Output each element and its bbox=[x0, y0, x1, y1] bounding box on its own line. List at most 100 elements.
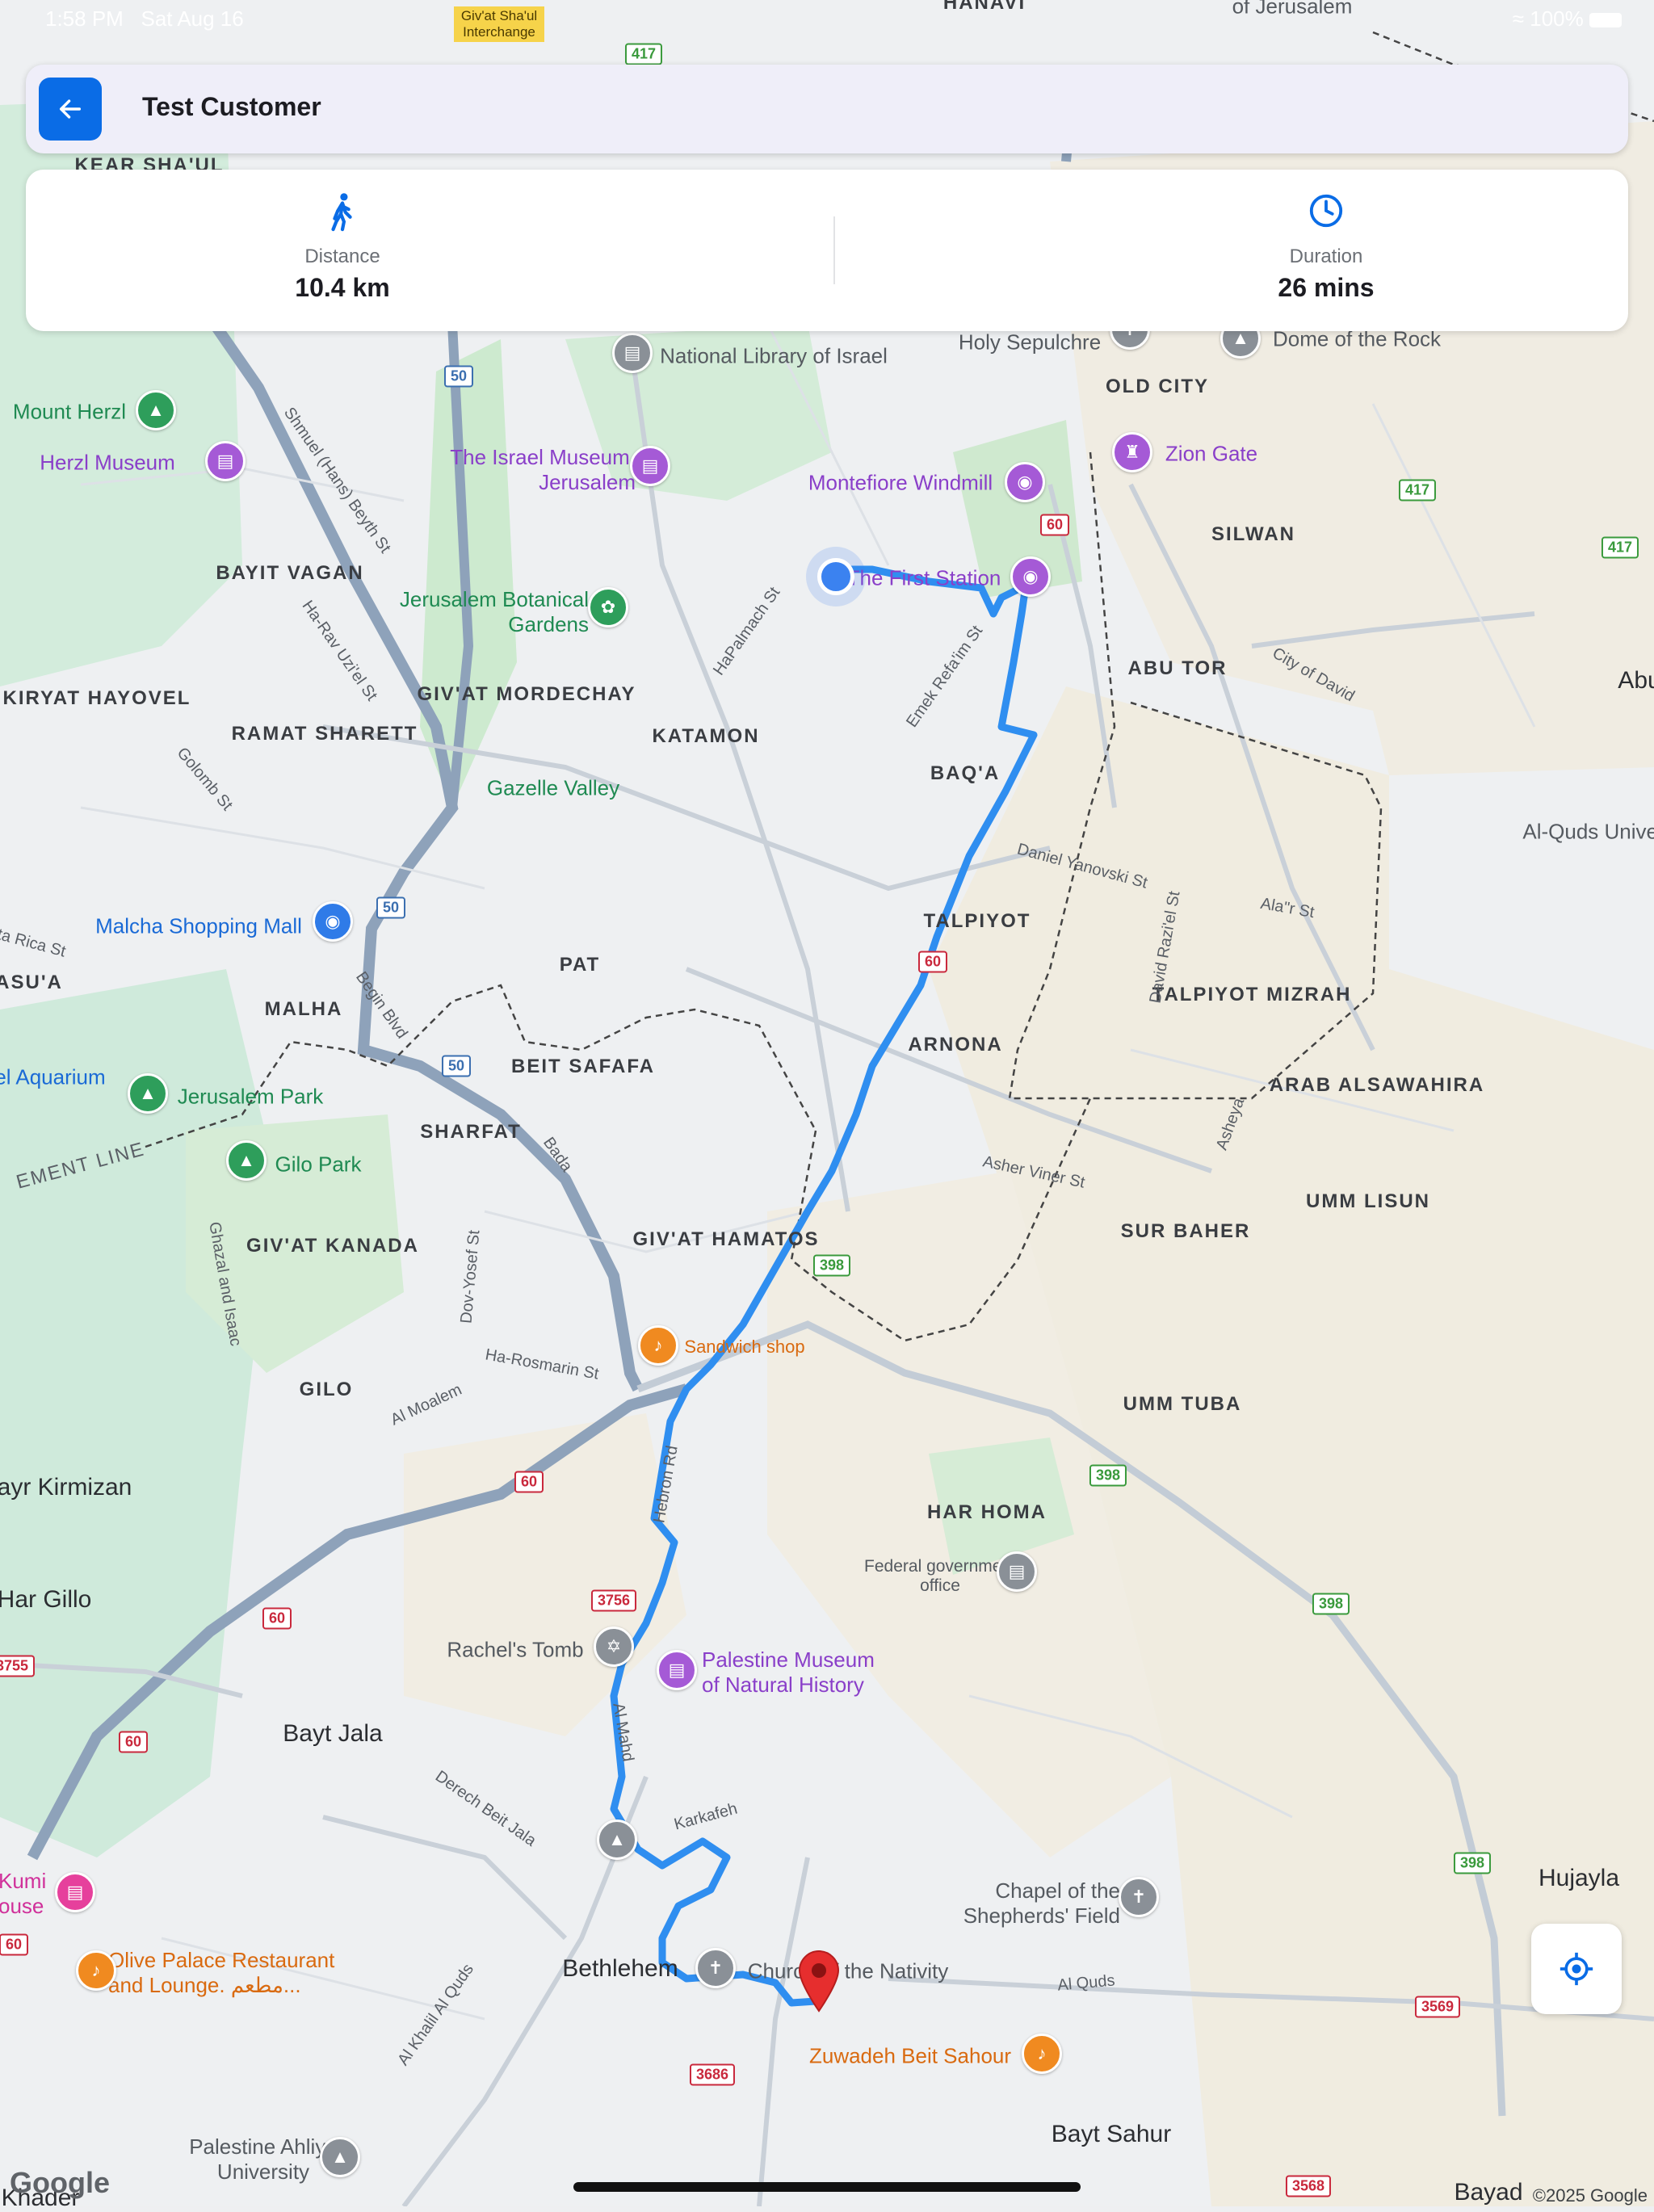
area-label: TALPIYOT MIZRAH bbox=[1152, 984, 1352, 1005]
restaurant-icon[interactable]: ♪ bbox=[76, 1950, 116, 1991]
walking-person-icon bbox=[331, 193, 352, 232]
route-info-card: Distance 10.4 km Duration 26 mins bbox=[26, 170, 1628, 331]
home-indicator[interactable] bbox=[573, 2182, 1081, 2192]
road-shield: 50 bbox=[443, 365, 474, 388]
road-shield: 60 bbox=[262, 1607, 292, 1630]
page-title: Test Customer bbox=[142, 92, 321, 121]
distance-value: 10.4 km bbox=[295, 273, 390, 302]
road-shield: 60 bbox=[0, 1933, 29, 1956]
road-shield: 398 bbox=[1312, 1593, 1350, 1615]
museum-icon[interactable]: ▤ bbox=[205, 441, 246, 481]
camera-icon[interactable]: ◉ bbox=[1005, 462, 1045, 502]
road-shield: 50 bbox=[441, 1055, 472, 1077]
duration-value: 26 mins bbox=[1278, 273, 1375, 302]
area-label: MALHA bbox=[264, 998, 343, 1020]
map-copyright: ©2025 Google bbox=[1532, 2185, 1648, 2206]
distance-section: Distance 10.4 km bbox=[100, 170, 585, 331]
poi-label: Gazelle Valley bbox=[486, 775, 620, 800]
poi-label: Zuwadeh Beit Sahour bbox=[808, 2043, 1012, 2068]
hotel-icon[interactable]: ▤ bbox=[55, 1872, 95, 1912]
church-icon[interactable]: ✝ bbox=[1119, 1877, 1159, 1917]
poi-label: Kumi ouse bbox=[0, 1869, 47, 1918]
area-label: GIV'AT MORDECHAY bbox=[417, 683, 636, 705]
crosshair-icon bbox=[1560, 1952, 1593, 1986]
road-shield: 398 bbox=[812, 1254, 851, 1277]
castle-icon[interactable]: ♜ bbox=[1112, 432, 1152, 472]
area-label: SHARFAT bbox=[420, 1121, 522, 1143]
area-label: TALPIYOT bbox=[923, 910, 1031, 932]
area-label: UMM TUBA bbox=[1123, 1393, 1242, 1415]
current-location-dot bbox=[817, 558, 854, 595]
area-label: ASU'A bbox=[0, 972, 63, 993]
area-label: UMM LISUN bbox=[1306, 1190, 1430, 1212]
poi-label: Rachel's Tomb bbox=[447, 1637, 584, 1662]
poi-label: Sandwich shop bbox=[684, 1337, 805, 1357]
road-shield: 3568 bbox=[1285, 2175, 1332, 2197]
shopping-bag-icon[interactable]: ◉ bbox=[313, 901, 353, 942]
area-label: ARNONA bbox=[908, 1034, 1003, 1056]
area-label: BEIT SAFAFA bbox=[510, 1056, 656, 1077]
wifi-icon: ≈ bbox=[1512, 6, 1525, 31]
area-label: BAQ'A bbox=[930, 762, 1001, 784]
road-shield: 3755 bbox=[0, 1655, 36, 1677]
road-shield: 398 bbox=[1089, 1464, 1127, 1487]
duration-section: Duration 26 mins bbox=[1084, 170, 1568, 331]
camera-icon[interactable]: ◉ bbox=[1010, 556, 1051, 597]
battery-icon bbox=[1589, 13, 1622, 28]
area-label: RAMAT SHARETT bbox=[231, 723, 418, 745]
destination-pin-icon[interactable] bbox=[796, 1948, 842, 2013]
status-right: ≈ 100% bbox=[1513, 6, 1622, 31]
mountain-icon[interactable]: ▲ bbox=[136, 390, 176, 430]
status-time: 1:58 PM Sat Aug 16 bbox=[45, 6, 244, 31]
church-icon[interactable]: ✝ bbox=[695, 1948, 736, 1988]
area-label: GIV'AT HAMATOS bbox=[632, 1228, 820, 1250]
government-building-icon[interactable]: ▤ bbox=[997, 1551, 1037, 1592]
tree-icon[interactable]: ▲ bbox=[128, 1073, 168, 1114]
road-shield: 398 bbox=[1453, 1852, 1492, 1874]
poi-label: The First Station bbox=[846, 565, 1001, 590]
tree-icon[interactable]: ▲ bbox=[226, 1140, 267, 1181]
flower-icon[interactable]: ✿ bbox=[588, 587, 628, 628]
poi-label: Church of the Nativity bbox=[747, 1958, 949, 1983]
back-button[interactable] bbox=[39, 78, 102, 141]
battery-percent: 100% bbox=[1530, 6, 1584, 31]
road-shield: 60 bbox=[514, 1471, 544, 1493]
poi-label: Olive Palace Restaurant and Lounge. مطعم… bbox=[108, 1948, 335, 1997]
area-label: GIV'AT KANADA bbox=[246, 1235, 419, 1257]
school-icon[interactable]: ▲ bbox=[597, 1820, 637, 1860]
poi-label: Gilo Park bbox=[275, 1152, 362, 1177]
poi-label: Holy Sepulchre bbox=[958, 329, 1102, 355]
poi-label: el Aquarium bbox=[0, 1064, 106, 1089]
arrow-left-icon bbox=[59, 99, 82, 119]
poi-label: Zion Gate bbox=[1165, 441, 1258, 466]
road-shield: 60 bbox=[118, 1731, 149, 1753]
library-icon[interactable]: ▤ bbox=[612, 333, 653, 373]
area-label: GILO bbox=[299, 1379, 354, 1400]
road-shield: 3756 bbox=[590, 1589, 637, 1612]
museum-icon[interactable]: ▤ bbox=[630, 446, 670, 486]
area-label: SUR BAHER bbox=[1120, 1220, 1251, 1242]
poi-label: Jerusalem Botanical Gardens bbox=[399, 587, 589, 636]
town-label: Bayt Jala bbox=[283, 1720, 383, 1747]
road-shield: 60 bbox=[917, 951, 948, 973]
area-label: KATAMON bbox=[652, 725, 760, 747]
town-label: Bayad bbox=[1454, 2179, 1523, 2206]
town-label: Abu bbox=[1618, 667, 1654, 694]
google-logo[interactable]: Google bbox=[10, 2166, 110, 2200]
clock-icon bbox=[1309, 194, 1343, 228]
town-label: Bayt Sahur bbox=[1051, 2121, 1172, 2147]
road-shield: 3686 bbox=[689, 2063, 736, 2086]
restaurant-icon[interactable]: ♪ bbox=[638, 1325, 678, 1366]
town-label: Har Gillo bbox=[0, 1586, 92, 1613]
area-label: KIRYAT HAYOVEL bbox=[2, 687, 191, 709]
restaurant-icon[interactable]: ♪ bbox=[1022, 2034, 1062, 2074]
road-shield: 3569 bbox=[1414, 1996, 1461, 2018]
museum-icon[interactable]: ▤ bbox=[657, 1650, 697, 1690]
status-bar: 1:58 PM Sat Aug 16 ≈ 100% bbox=[0, 0, 1654, 37]
synagogue-icon[interactable]: ✡ bbox=[594, 1626, 634, 1667]
area-label: ARAB ALSAWAHIRA bbox=[1269, 1074, 1485, 1096]
poi-label: National Library of Israel bbox=[660, 343, 888, 368]
road-shield: 417 bbox=[624, 43, 663, 65]
school-icon[interactable]: ▲ bbox=[320, 2137, 360, 2177]
my-location-button[interactable] bbox=[1531, 1924, 1622, 2014]
